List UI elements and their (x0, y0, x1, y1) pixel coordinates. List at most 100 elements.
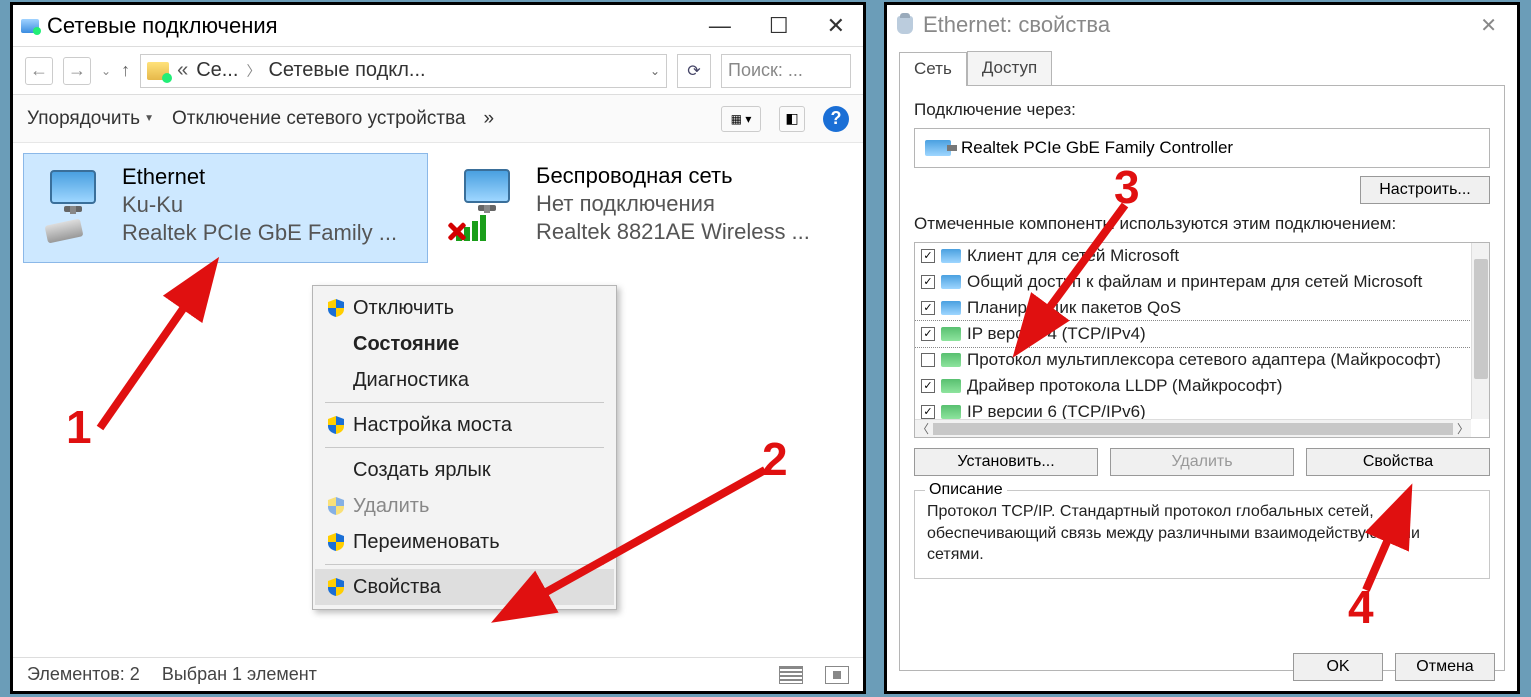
ctx-label: Удалить (353, 495, 429, 518)
component-item[interactable]: Общий доступ к файлам и принтерам для се… (915, 269, 1471, 295)
separator (325, 447, 604, 448)
maximize-button[interactable]: ☐ (759, 9, 799, 43)
chevron-down-icon: ▼ (144, 113, 154, 124)
items-area: Ethernet Ku-Ku Realtek PCIe GbE Family .… (13, 143, 863, 273)
description-text: Протокол TCP/IP. Стандартный протокол гл… (927, 501, 1477, 566)
view-icon: ▦ ▾ (731, 112, 752, 126)
component-item[interactable]: Клиент для сетей Microsoft (915, 243, 1471, 269)
ctx-rename[interactable]: Переименовать (315, 524, 614, 560)
checkbox[interactable] (921, 301, 935, 315)
shield-icon (327, 533, 345, 551)
network-folder-icon (21, 19, 39, 33)
view-details-button[interactable] (779, 666, 803, 684)
connection-adapter: Realtek 8821AE Wireless ... (536, 219, 810, 245)
annotation-2: 2 (762, 432, 788, 486)
ethernet-adapter-icon (36, 170, 110, 244)
close-button[interactable]: ✕ (817, 9, 855, 43)
crumb-current[interactable]: Сетевые подкл... (268, 59, 425, 82)
shield-icon (327, 416, 345, 434)
ctx-diagnose[interactable]: Диагностика (315, 362, 614, 398)
address-bar[interactable]: « Се... 〉 Сетевые подкл... ⌄ (140, 54, 667, 88)
dialog-buttons: OK Отмена (1293, 653, 1495, 681)
context-menu: Отключить Состояние Диагностика Настройк… (312, 285, 617, 610)
ethernet-properties-window: Ethernet: свойства ✕ Сеть Доступ Подключ… (884, 2, 1520, 694)
disable-device-button[interactable]: Отключение сетевого устройства (172, 108, 466, 130)
tab-sharing[interactable]: Доступ (967, 51, 1052, 85)
view-options-button[interactable]: ▦ ▾ (721, 106, 761, 132)
chevron-right-icon[interactable]: 〉 (246, 61, 260, 81)
ctx-status[interactable]: Состояние (315, 326, 614, 362)
checkbox[interactable] (921, 249, 935, 263)
monitor-icon (941, 249, 961, 263)
connection-name: Ethernet (122, 164, 397, 190)
components-label: Отмеченные компоненты используются этим … (914, 214, 1490, 234)
connection-wifi[interactable]: Беспроводная сеть Нет подключения Realte… (438, 153, 843, 263)
item-count: Элементов: 2 (27, 664, 140, 685)
connection-text: Беспроводная сеть Нет подключения Realte… (536, 163, 810, 253)
minimize-button[interactable]: — (699, 9, 741, 43)
checkbox[interactable] (921, 379, 935, 393)
description-title: Описание (925, 481, 1007, 499)
protocol-icon (941, 405, 961, 419)
ok-button[interactable]: OK (1293, 653, 1383, 681)
crumb-parent-ellipsis[interactable]: « (177, 59, 188, 82)
nic-icon (925, 140, 951, 156)
component-item[interactable]: IP версии 4 (TCP/IPv4) (915, 321, 1471, 347)
connection-network: Ku-Ku (122, 192, 397, 218)
components-list[interactable]: Клиент для сетей Microsoft Общий доступ к… (914, 242, 1490, 438)
refresh-button[interactable]: ⟳ (677, 54, 711, 88)
preview-pane-icon: ◧ (785, 110, 798, 127)
component-item[interactable]: Планировщик пакетов QoS (915, 295, 1471, 321)
address-dropdown[interactable]: ⌄ (650, 64, 660, 78)
connection-text: Ethernet Ku-Ku Realtek PCIe GbE Family .… (122, 164, 397, 252)
connection-adapter: Realtek PCIe GbE Family ... (122, 220, 397, 246)
protocol-icon (941, 379, 961, 393)
connect-via-label: Подключение через: (914, 100, 1490, 120)
scrollbar-vertical[interactable] (1471, 243, 1489, 419)
ctx-shortcut[interactable]: Создать ярлык (315, 452, 614, 488)
close-button[interactable]: ✕ (1470, 9, 1507, 42)
description-group: Описание Протокол TCP/IP. Стандартный пр… (914, 490, 1490, 579)
organize-menu[interactable]: Упорядочить ▼ (27, 108, 154, 130)
tab-network[interactable]: Сеть (899, 52, 967, 86)
component-label: Общий доступ к файлам и принтерам для се… (967, 272, 1422, 292)
component-item[interactable]: Драйвер протокола LLDP (Майкрософт) (915, 373, 1471, 399)
nav-up-button[interactable]: ↑ (121, 60, 130, 81)
ctx-properties[interactable]: Свойства (315, 569, 614, 605)
configure-button[interactable]: Настроить... (1360, 176, 1490, 204)
connection-ethernet[interactable]: Ethernet Ku-Ku Realtek PCIe GbE Family .… (23, 153, 428, 263)
titlebar: Ethernet: свойства ✕ (887, 5, 1517, 45)
checkbox[interactable] (921, 327, 935, 341)
ctx-delete: Удалить (315, 488, 614, 524)
scrollbar-horizontal[interactable]: 〈〉 (915, 419, 1471, 437)
connection-name: Беспроводная сеть (536, 163, 810, 189)
disable-device-label: Отключение сетевого устройства (172, 108, 466, 130)
nav-recent-dropdown[interactable]: ⌄ (101, 64, 111, 78)
checkbox[interactable] (921, 275, 935, 289)
annotation-3: 3 (1114, 160, 1140, 214)
nav-back-button[interactable]: ← (25, 57, 53, 85)
window-title: Сетевые подключения (47, 13, 699, 39)
view-large-icons-button[interactable] (825, 666, 849, 684)
help-button[interactable]: ? (823, 106, 849, 132)
toolbar-overflow[interactable]: » (484, 108, 495, 130)
component-item[interactable]: Протокол мультиплексора сетевого адаптер… (915, 347, 1471, 373)
ctx-disable[interactable]: Отключить (315, 290, 614, 326)
preview-pane-button[interactable]: ◧ (779, 106, 805, 132)
adapter-box[interactable]: Realtek PCIe GbE Family Controller (914, 128, 1490, 168)
search-box[interactable]: Поиск: ... (721, 54, 851, 88)
crumb-parent[interactable]: Се... (196, 59, 238, 82)
connection-network: Нет подключения (536, 191, 810, 217)
ctx-label: Состояние (353, 333, 459, 356)
install-button[interactable]: Установить... (914, 448, 1098, 476)
cancel-button[interactable]: Отмена (1395, 653, 1495, 681)
nav-forward-button[interactable]: → (63, 57, 91, 85)
component-label: IP версии 4 (TCP/IPv4) (967, 324, 1146, 344)
ctx-bridge[interactable]: Настройка моста (315, 407, 614, 443)
separator (325, 402, 604, 403)
disconnected-icon (446, 221, 468, 243)
properties-button[interactable]: Свойства (1306, 448, 1490, 476)
checkbox[interactable] (921, 353, 935, 367)
checkbox[interactable] (921, 405, 935, 419)
ctx-label: Настройка моста (353, 414, 512, 437)
